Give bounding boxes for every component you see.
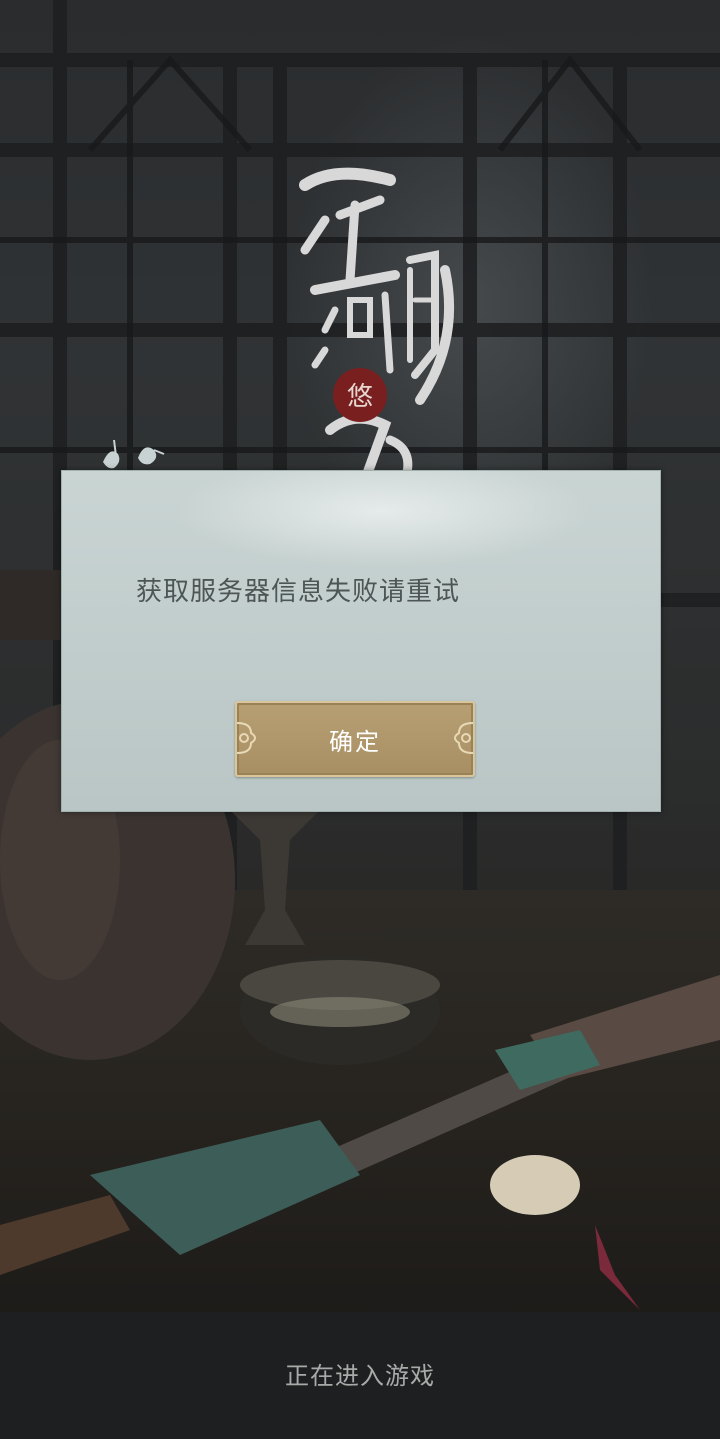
jade-pendant: [490, 1155, 640, 1310]
game-loading-screen: 悠 获取服务器信息失败请重试 确定 正在进入游戏: [0, 0, 720, 1439]
loading-status-text: 正在进入游戏: [285, 1362, 435, 1390]
game-logo: 悠: [299, 167, 455, 485]
bronze-goblet: [230, 810, 320, 945]
svg-text:悠: 悠: [347, 382, 373, 412]
dialog-message: 获取服务器信息失败请重试: [136, 577, 461, 607]
confirm-button[interactable]: 确定: [235, 701, 475, 777]
confirm-button-label: 确定: [329, 727, 381, 756]
cloud-ornament-icon: [237, 722, 256, 754]
error-dialog: 获取服务器信息失败请重试 确定: [61, 470, 661, 812]
cloud-ornament-icon: [454, 722, 473, 754]
